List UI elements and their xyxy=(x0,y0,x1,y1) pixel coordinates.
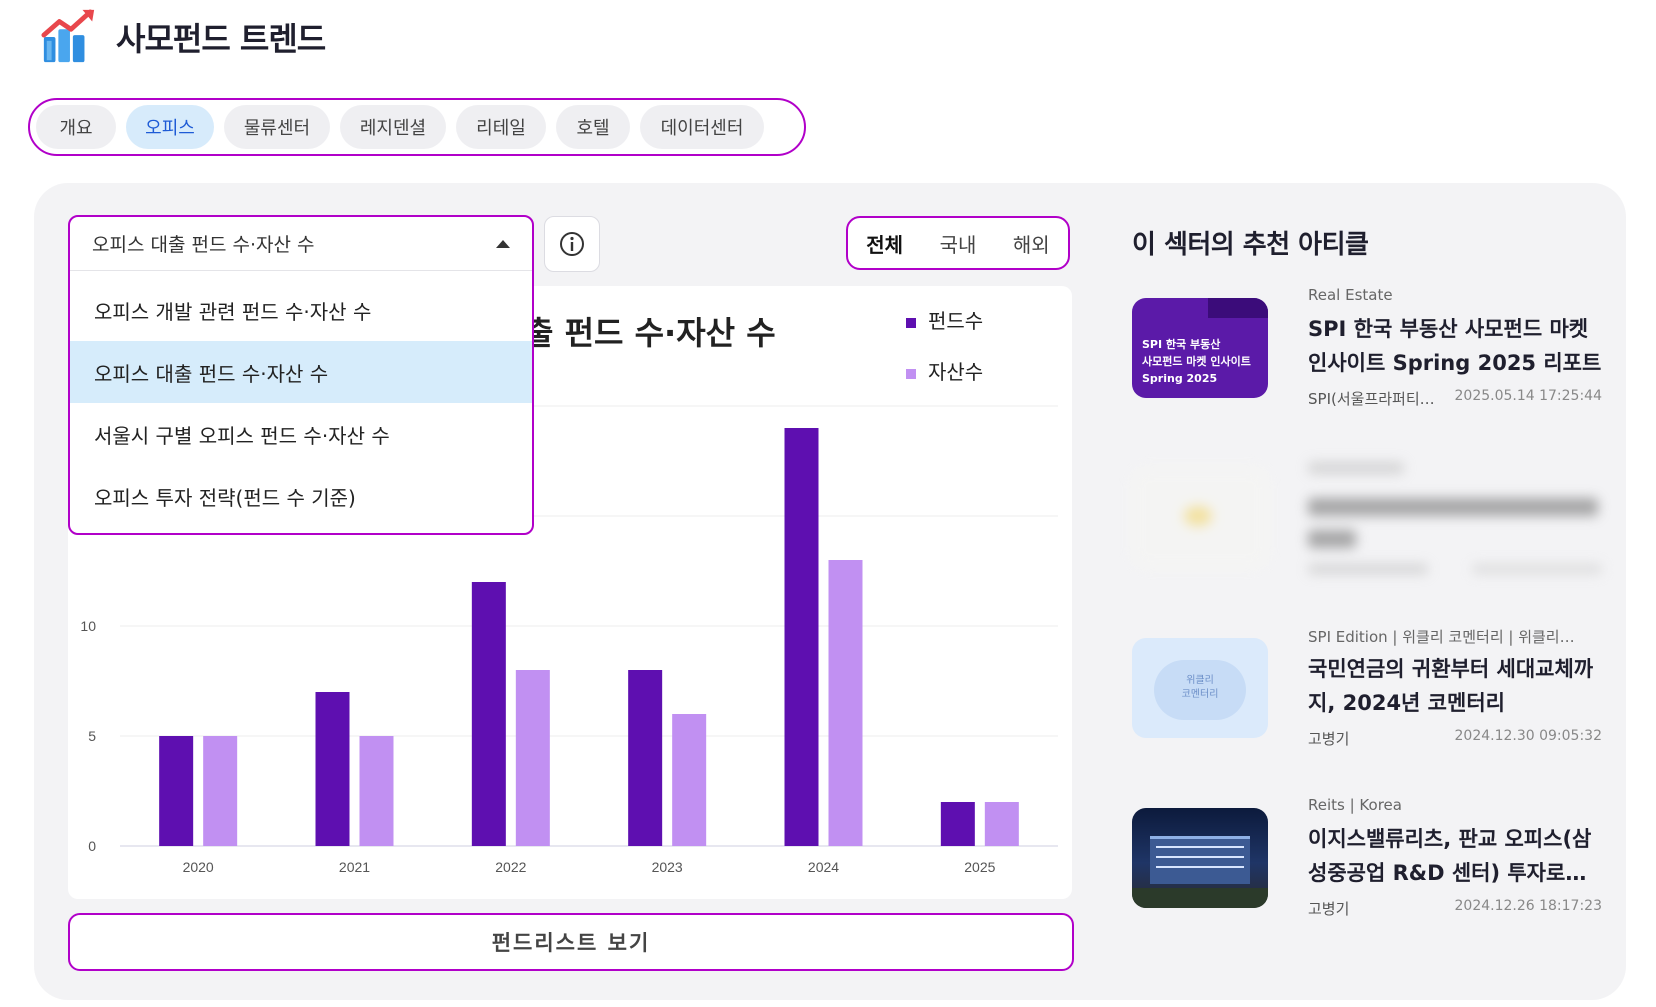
placeholder-line xyxy=(1308,564,1428,574)
sector-tabs: 개요 오피스 물류센터 레지덴셜 리테일 호텔 데이터센터 xyxy=(28,98,806,156)
bar-funds xyxy=(940,802,975,846)
caret-up-icon xyxy=(496,239,510,248)
article-thumbnail xyxy=(1132,808,1268,908)
x-tick-label: 2024 xyxy=(808,859,839,875)
bar-assets xyxy=(203,736,238,846)
info-button[interactable] xyxy=(544,216,600,272)
article-title: SPI 한국 부동산 사모펀드 마켓 인사이트 Spring 2025 리포트 xyxy=(1308,317,1602,375)
bar-funds xyxy=(471,582,506,846)
tab-datacenter[interactable]: 데이터센터 xyxy=(640,105,764,149)
article-category: Real Estate xyxy=(1308,286,1393,304)
article-title: 국민연금의 귀환부터 세대교체까지, 2024년 코멘터리 xyxy=(1308,657,1594,715)
x-tick-label: 2022 xyxy=(495,859,526,875)
info-icon xyxy=(560,232,584,256)
placeholder-line xyxy=(1308,530,1356,548)
x-tick-label: 2023 xyxy=(652,859,683,875)
article-card-blurred[interactable] xyxy=(1132,456,1602,576)
article-category: Reits | Korea xyxy=(1308,796,1402,814)
dropdown-option[interactable]: 오피스 개발 관련 펀드 수·자산 수 xyxy=(70,279,532,341)
article-date: 2025.05.14 17:25:44 xyxy=(1454,388,1603,404)
article-thumbnail: SPI 한국 부동산 사모펀드 마켓 인사이트 Spring 2025 xyxy=(1132,298,1268,398)
bar-funds xyxy=(315,692,350,846)
region-all[interactable]: 전체 xyxy=(860,225,909,262)
article-category: SPI Edition | 위클리 코멘터리 | 위클리… xyxy=(1308,628,1575,646)
x-tick-label: 2021 xyxy=(339,859,370,875)
page-header: 사모펀드 트렌드 xyxy=(40,8,326,66)
placeholder-line xyxy=(1472,564,1602,574)
bar-assets xyxy=(828,560,863,846)
chart-select-dropdown[interactable]: 오피스 대출 펀드 수·자산 수 오피스 개발 관련 펀드 수·자산 수 오피스… xyxy=(68,215,534,535)
x-tick-label: 2020 xyxy=(183,859,214,875)
tab-office[interactable]: 오피스 xyxy=(126,105,214,149)
tab-overview[interactable]: 개요 xyxy=(36,105,116,149)
y-tick-label: 0 xyxy=(88,838,96,854)
page-title: 사모펀드 트렌드 xyxy=(116,20,326,58)
article-card[interactable]: 위클리 코멘터리 SPI Edition | 위클리 코멘터리 | 위클리… 국… xyxy=(1132,626,1603,748)
article-author: 고병기 xyxy=(1308,900,1350,918)
article-author: 고병기 xyxy=(1308,730,1350,748)
bar-assets xyxy=(984,802,1019,846)
article-title: 이지스밸류리츠, 판교 오피스(삼성중공업 R&D 센터) 투자로… xyxy=(1308,827,1592,885)
y-tick-label: 10 xyxy=(80,618,96,634)
article-author: SPI(서울프라퍼티… xyxy=(1308,390,1435,408)
article-date: 2024.12.26 18:17:23 xyxy=(1454,898,1603,914)
bar-assets xyxy=(515,670,550,846)
bar-funds xyxy=(159,736,194,846)
legend-label: 펀드수 xyxy=(928,309,983,333)
bar-funds xyxy=(628,670,663,846)
y-tick-label: 5 xyxy=(88,728,96,744)
dropdown-option-selected[interactable]: 오피스 대출 펀드 수·자산 수 xyxy=(70,341,532,403)
article-thumbnail xyxy=(1132,468,1268,568)
bar-funds xyxy=(784,428,819,846)
tab-logistics[interactable]: 물류센터 xyxy=(224,105,330,149)
bar-assets xyxy=(672,714,707,846)
dropdown-selected-value: 오피스 대출 펀드 수·자산 수 xyxy=(92,234,315,256)
tab-retail[interactable]: 리테일 xyxy=(456,105,546,149)
x-tick-label: 2025 xyxy=(964,859,995,875)
dropdown-option[interactable]: 오피스 투자 전략(펀드 수 기준) xyxy=(70,465,532,527)
tab-residential[interactable]: 레지덴셜 xyxy=(340,105,446,149)
legend-swatch xyxy=(906,369,916,379)
tab-hotel[interactable]: 호텔 xyxy=(556,105,630,149)
region-domestic[interactable]: 국내 xyxy=(934,225,983,262)
chart-title: 출 펀드 수·자산 수 xyxy=(524,314,776,352)
trend-chart-icon xyxy=(41,9,95,63)
article-date: 2024.12.30 09:05:32 xyxy=(1454,728,1603,744)
article-card[interactable]: Reits | Korea 이지스밸류리츠, 판교 오피스(삼성중공업 R&D … xyxy=(1132,796,1603,918)
placeholder-line xyxy=(1308,498,1598,516)
legend-label: 자산수 xyxy=(928,360,983,384)
thumbnail-text: 사모펀드 마켓 인사이트 xyxy=(1142,355,1251,368)
dropdown-options: 오피스 개발 관련 펀드 수·자산 수 오피스 대출 펀드 수·자산 수 서울시… xyxy=(70,271,532,533)
bar-assets xyxy=(359,736,394,846)
thumbnail-text: 코멘터리 xyxy=(1181,689,1219,700)
thumbnail-text: Spring 2025 xyxy=(1142,372,1218,385)
dropdown-option[interactable]: 서울시 구별 오피스 펀드 수·자산 수 xyxy=(70,403,532,465)
fund-list-button[interactable]: 펀드리스트 보기 xyxy=(68,913,1074,971)
article-thumbnail: 위클리 코멘터리 xyxy=(1132,638,1268,738)
thumbnail-text: 위클리 xyxy=(1186,675,1214,686)
region-overseas[interactable]: 해외 xyxy=(1007,225,1056,262)
thumbnail-text: SPI 한국 부동산 xyxy=(1142,338,1221,351)
article-card[interactable]: SPI 한국 부동산 사모펀드 마켓 인사이트 Spring 2025 Real… xyxy=(1132,286,1603,408)
placeholder-line xyxy=(1308,462,1404,474)
legend-swatch xyxy=(906,318,916,328)
region-filter: 전체 국내 해외 xyxy=(846,216,1070,270)
dropdown-toggle[interactable]: 오피스 대출 펀드 수·자산 수 xyxy=(70,217,532,271)
articles-section-title: 이 섹터의 추천 아티클 xyxy=(1132,230,1369,260)
